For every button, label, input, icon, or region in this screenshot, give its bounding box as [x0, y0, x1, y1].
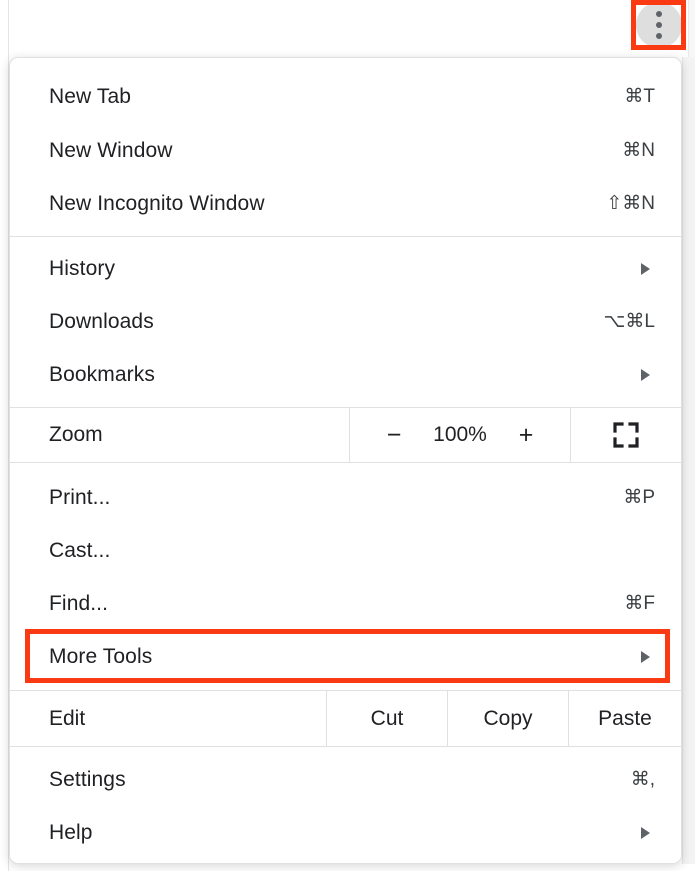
- menu-item-downloads[interactable]: Downloads ⌥⌘L: [10, 295, 681, 348]
- edit-row: Edit Cut Copy Paste: [10, 691, 681, 746]
- edit-cut-button[interactable]: Cut: [326, 691, 447, 746]
- menu-item-shortcut: ⌘P: [623, 487, 655, 508]
- browser-toolbar-area: [0, 0, 695, 52]
- menu-section-tools: Print... ⌘P Cast... Find... ⌘F More Tool…: [10, 463, 681, 691]
- three-dots-vertical-icon-dot-1: [656, 11, 662, 17]
- menu-item-label: Help: [49, 820, 93, 844]
- menu-item-bookmarks[interactable]: Bookmarks: [10, 348, 681, 401]
- menu-section-new: New Tab ⌘T New Window ⌘N New Incognito W…: [10, 58, 681, 237]
- edit-paste-button[interactable]: Paste: [568, 691, 681, 746]
- menu-section-settings: Settings ⌘, Help: [10, 747, 681, 863]
- menu-item-label: Bookmarks: [49, 362, 155, 386]
- menu-item-label: New Incognito Window: [49, 191, 265, 215]
- fullscreen-button[interactable]: [571, 408, 681, 462]
- page-left-edge: [0, 0, 9, 871]
- menu-section-zoom: Zoom − 100% +: [10, 408, 681, 463]
- menu-item-label: History: [49, 256, 116, 280]
- menu-item-shortcut: ⌘F: [624, 593, 655, 614]
- menu-item-new-tab[interactable]: New Tab ⌘T: [10, 69, 681, 124]
- zoom-row: Zoom − 100% +: [10, 408, 681, 462]
- chevron-right-icon: [637, 262, 659, 276]
- edit-copy-button[interactable]: Copy: [447, 691, 568, 746]
- menu-item-shortcut: ⌘N: [622, 140, 655, 161]
- menu-item-label: Cast...: [49, 538, 111, 562]
- chrome-app-menu: New Tab ⌘T New Window ⌘N New Incognito W…: [9, 57, 682, 864]
- zoom-label: Zoom: [49, 423, 103, 446]
- zoom-out-button[interactable]: −: [383, 422, 405, 448]
- menu-item-shortcut: ⌘T: [624, 86, 655, 107]
- menu-item-shortcut: ⌘,: [630, 769, 655, 790]
- menu-item-shortcut: ⌥⌘L: [603, 311, 655, 332]
- window-right-edge: [688, 0, 695, 62]
- menu-item-find[interactable]: Find... ⌘F: [10, 577, 681, 630]
- zoom-level-value: 100%: [433, 423, 487, 446]
- menu-item-label: More Tools: [49, 644, 153, 668]
- chevron-right-icon: [637, 650, 659, 664]
- menu-item-settings[interactable]: Settings ⌘,: [10, 753, 681, 806]
- zoom-in-button[interactable]: +: [515, 422, 537, 448]
- menu-scrollbar[interactable]: [682, 57, 695, 864]
- menu-item-label: Print...: [49, 485, 111, 509]
- menu-item-history[interactable]: History: [10, 242, 681, 295]
- menu-item-label: New Tab: [49, 84, 132, 108]
- menu-item-help[interactable]: Help: [10, 806, 681, 859]
- menu-item-label: Downloads: [49, 309, 154, 333]
- menu-item-label: New Window: [49, 138, 173, 162]
- menu-item-label: Settings: [49, 767, 126, 791]
- fullscreen-icon: [613, 422, 639, 448]
- menu-item-shortcut: ⇧⌘N: [606, 193, 655, 214]
- three-dots-vertical-icon-dot-3: [656, 33, 662, 39]
- chevron-right-icon: [637, 826, 659, 840]
- three-dot-menu-button[interactable]: [636, 2, 682, 48]
- menu-section-history: History Downloads ⌥⌘L Bookmarks: [10, 237, 681, 408]
- three-dots-vertical-icon-dot-2: [656, 22, 662, 28]
- menu-section-edit: Edit Cut Copy Paste: [10, 691, 681, 747]
- menu-item-more-tools[interactable]: More Tools: [10, 630, 681, 683]
- menu-item-cast[interactable]: Cast...: [10, 524, 681, 577]
- zoom-controls: − 100% +: [349, 408, 571, 462]
- menu-item-label: Find...: [49, 591, 109, 615]
- edit-label: Edit: [49, 706, 86, 730]
- menu-item-new-incognito-window[interactable]: New Incognito Window ⇧⌘N: [10, 177, 681, 230]
- chevron-right-icon: [637, 368, 659, 382]
- menu-item-print[interactable]: Print... ⌘P: [10, 471, 681, 524]
- menu-item-new-window[interactable]: New Window ⌘N: [10, 124, 681, 177]
